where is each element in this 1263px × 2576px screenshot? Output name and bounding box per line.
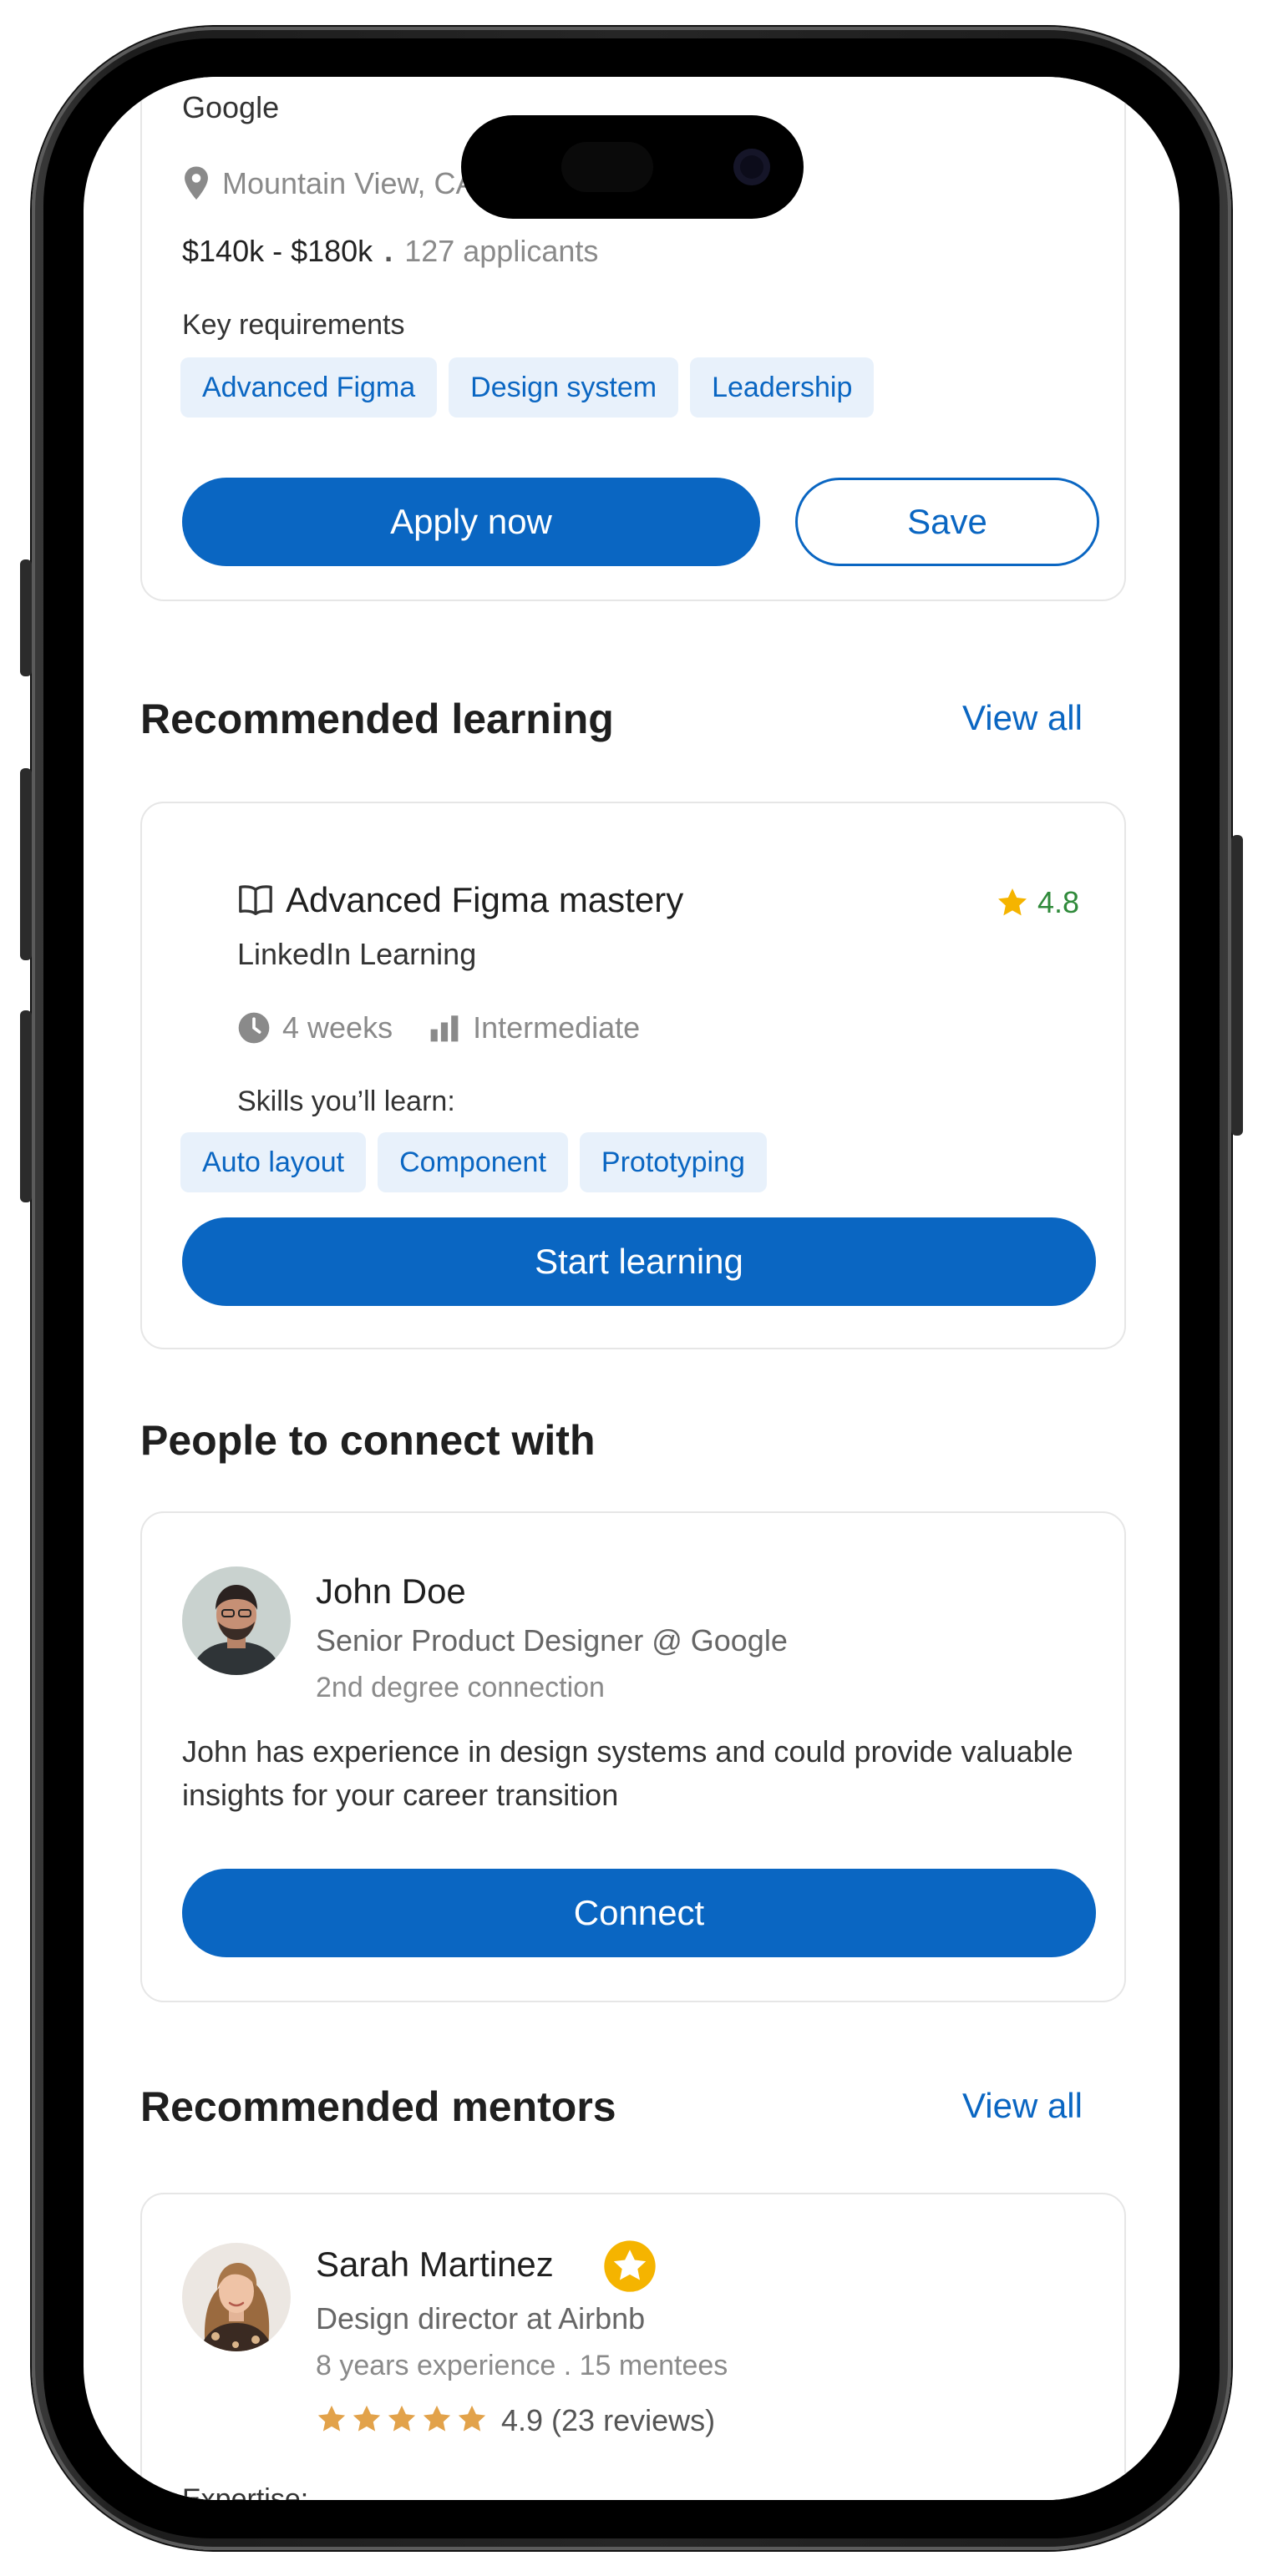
connect-button[interactable]: Connect: [182, 1869, 1096, 1957]
person-description: John has experience in design systems an…: [182, 1734, 1073, 1812]
mentor-rating-text: 4.9 (23 reviews): [501, 2403, 716, 2437]
company-name: Google: [182, 90, 280, 124]
requirement-chip: Leadership: [690, 357, 875, 418]
mentors-view-all-link[interactable]: View all: [962, 2086, 1083, 2126]
mentor-avatar[interactable]: [182, 2243, 291, 2351]
star-icon: [997, 888, 1027, 916]
learning-section-title: Recommended learning: [140, 696, 614, 742]
course-level: Intermediate: [473, 1010, 641, 1045]
requirements-chips: Advanced Figma Design system Leadership: [180, 357, 875, 418]
connect-section-title: People to connect with: [140, 1417, 596, 1464]
clock-icon: [238, 1012, 270, 1044]
course-meta: 4 weeks Intermediate: [237, 1010, 640, 1045]
rating-star-icon: [423, 2405, 451, 2432]
signal-bars-icon: [430, 1015, 459, 1042]
course-provider: LinkedIn Learning: [237, 937, 477, 971]
mentor-experience: 8 years experience . 15 mentees: [316, 2350, 728, 2381]
mentors-section-title: Recommended mentors: [140, 2083, 616, 2130]
apply-now-button[interactable]: Apply now: [182, 478, 760, 566]
start-learning-button[interactable]: Start learning: [182, 1217, 1096, 1306]
dynamic-island: [461, 115, 804, 219]
course-title: Advanced Figma mastery: [286, 880, 684, 919]
course-title-row: Advanced Figma mastery: [237, 880, 683, 920]
learning-view-all-link[interactable]: View all: [962, 698, 1083, 738]
book-icon: [239, 885, 272, 915]
separator-dot: .: [384, 234, 393, 268]
connection-degree: 2nd degree connection: [316, 1672, 605, 1703]
skills-label: Skills you’ll learn:: [237, 1086, 455, 1117]
avatar-sarah-martinez: [182, 2243, 291, 2351]
face-id-sensor: [561, 142, 653, 192]
course-rating-value: 4.8: [1037, 885, 1079, 919]
mentor-stars: [316, 2403, 488, 2435]
front-camera-icon: [733, 149, 770, 185]
skill-chip: Auto layout: [180, 1132, 367, 1192]
skill-chip: Component: [378, 1132, 568, 1192]
volume-up-button: [20, 768, 32, 960]
salary-row: $140k - $180k. 127 applicants: [182, 234, 598, 269]
mentor-name[interactable]: Sarah Martinez: [316, 2245, 554, 2285]
course-rating: 4.8: [996, 885, 1079, 920]
phone-screen: Google Mountain View, CA $140k - $180k. 1…: [84, 77, 1179, 2500]
avatar-john-doe: [182, 1566, 291, 1675]
skill-chip: Prototyping: [579, 1132, 767, 1192]
salary-range: $140k - $180k: [182, 234, 373, 268]
person-title: Senior Product Designer @ Google: [316, 1623, 788, 1657]
location-row: Mountain View, CA: [180, 165, 476, 202]
power-button: [1231, 835, 1243, 1136]
rating-star-icon: [388, 2405, 416, 2432]
skills-chips: Auto layout Component Prototyping: [180, 1132, 767, 1192]
expertise-label: Expertise:: [182, 2483, 309, 2500]
rating-star-icon: [458, 2405, 486, 2432]
save-button[interactable]: Save: [795, 478, 1099, 566]
rating-star-icon: [317, 2405, 346, 2432]
volume-down-button: [20, 1010, 32, 1202]
avatar[interactable]: [182, 1566, 291, 1675]
applicants-count: 127 applicants: [404, 234, 599, 268]
requirement-chip: Advanced Figma: [180, 357, 438, 418]
rating-star-icon: [353, 2405, 381, 2432]
requirement-chip: Design system: [449, 357, 679, 418]
location-pin-icon: [185, 166, 208, 200]
badge-star-icon: [604, 2240, 656, 2292]
key-requirements-label: Key requirements: [182, 309, 405, 341]
person-name[interactable]: John Doe: [316, 1571, 466, 1612]
course-duration: 4 weeks: [282, 1010, 393, 1045]
location-text: Mountain View, CA: [222, 166, 476, 200]
mentor-title: Design director at Airbnb: [316, 2301, 646, 2336]
action-button: [20, 559, 32, 676]
